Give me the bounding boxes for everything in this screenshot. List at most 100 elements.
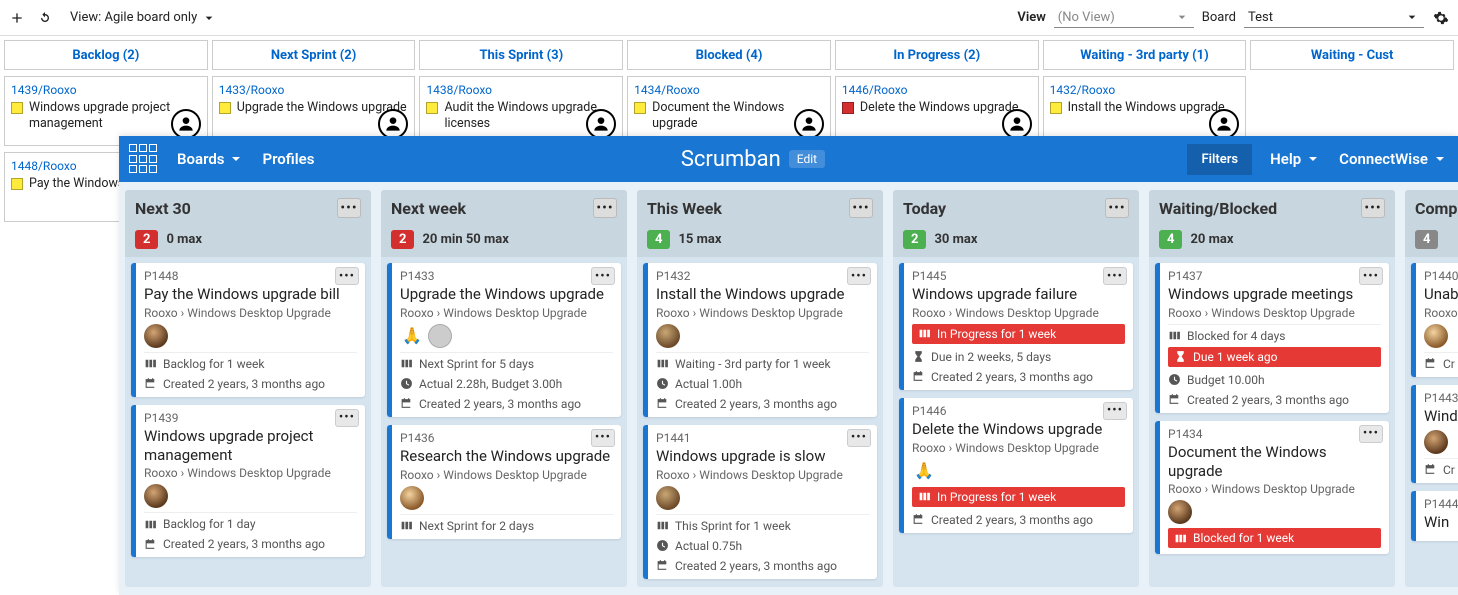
scrumban-card[interactable]: P1445 ••• Windows upgrade failure Rooxo … bbox=[899, 263, 1133, 390]
agile-column-header[interactable]: In Progress (2) bbox=[835, 40, 1039, 70]
scrumban-card[interactable]: P1441 ••• Windows upgrade is slow Rooxo … bbox=[643, 425, 877, 579]
card-link[interactable]: 1448/Rooxo bbox=[11, 159, 77, 173]
card-breadcrumb: Rooxo › Windows Desktop Upgrade bbox=[1168, 482, 1381, 496]
card-link[interactable]: 1434/Rooxo bbox=[634, 83, 700, 97]
column-menu-button[interactable]: ••• bbox=[849, 198, 873, 218]
column-menu-button[interactable]: ••• bbox=[1105, 198, 1129, 218]
avatar-group bbox=[400, 324, 613, 348]
scrumban-card[interactable]: P1443 ••• Wind error Cr bbox=[1411, 385, 1458, 483]
card-meta: Created 2 years, 3 months ago bbox=[144, 375, 357, 391]
chevron-down-icon bbox=[1404, 9, 1420, 25]
avatar-icon bbox=[378, 109, 408, 139]
column-header: Next 30 ••• bbox=[125, 190, 371, 226]
card-breadcrumb: Rooxo › Windows Desktop Upgrade bbox=[656, 306, 869, 320]
scrumban-card[interactable]: P1444 ••• Win bbox=[1411, 491, 1458, 542]
card-list: P1445 ••• Windows upgrade failure Rooxo … bbox=[893, 257, 1139, 539]
boards-menu[interactable]: Boards bbox=[173, 144, 244, 174]
column-menu-button[interactable]: ••• bbox=[593, 198, 617, 218]
card-menu-button[interactable]: ••• bbox=[1359, 425, 1383, 443]
scrumban-card[interactable]: P1448 ••• Pay the Windows upgrade bill R… bbox=[131, 263, 365, 397]
card-breadcrumb: Rooxo bbox=[1424, 306, 1458, 320]
column-title: Comp bbox=[1415, 199, 1457, 218]
scrumban-card[interactable]: P1446 ••• Delete the Windows upgrade Roo… bbox=[899, 398, 1133, 533]
view-selector[interactable]: View: Agile board only bbox=[70, 10, 217, 26]
card-meta: Created 2 years, 3 months ago bbox=[912, 511, 1125, 527]
card-menu-button[interactable]: ••• bbox=[1359, 267, 1383, 285]
priority-chip bbox=[1050, 102, 1062, 114]
card-list: P1440 ••• Unab upgr Rooxo Cr P1443 ••• W… bbox=[1405, 257, 1458, 547]
profiles-menu[interactable]: Profiles bbox=[258, 144, 318, 174]
card-link[interactable]: 1439/Rooxo bbox=[11, 83, 77, 97]
card-meta: Next Sprint for 5 days bbox=[400, 352, 613, 371]
avatar-icon bbox=[171, 109, 201, 139]
card-menu-button[interactable]: ••• bbox=[335, 409, 359, 427]
card-list: P1433 ••• Upgrade the Windows upgrade Ro… bbox=[381, 257, 627, 545]
priority-chip bbox=[426, 102, 438, 114]
card-meta: Cr bbox=[1424, 458, 1458, 477]
column-header: This Week ••• bbox=[637, 190, 883, 226]
edit-button[interactable]: Edit bbox=[789, 150, 825, 168]
connectwise-menu[interactable]: ConnectWise bbox=[1335, 144, 1448, 174]
agile-column-header[interactable]: Waiting - 3rd party (1) bbox=[1043, 40, 1247, 70]
scrumban-card[interactable]: P1433 ••• Upgrade the Windows upgrade Ro… bbox=[387, 263, 621, 417]
avatar-icon bbox=[1209, 109, 1239, 139]
scrumban-card[interactable]: P1434 ••• Document the Windows upgrade R… bbox=[1155, 421, 1389, 555]
agile-column-header[interactable]: Next Sprint (2) bbox=[212, 40, 416, 70]
avatar-group bbox=[1424, 430, 1458, 454]
scrumban-card[interactable]: P1439 ••• Windows upgrade project manage… bbox=[131, 405, 365, 558]
card-title: Research the Windows upgrade bbox=[400, 447, 613, 466]
card-meta: Cr bbox=[1424, 352, 1458, 371]
avatar bbox=[1424, 430, 1448, 454]
agile-column-header[interactable]: This Sprint (3) bbox=[419, 40, 623, 70]
card-link[interactable]: 1438/Rooxo bbox=[426, 83, 492, 97]
add-button[interactable] bbox=[8, 9, 26, 27]
avatar bbox=[656, 324, 680, 348]
card-menu-button[interactable]: ••• bbox=[847, 429, 871, 447]
card-menu-button[interactable]: ••• bbox=[1103, 267, 1127, 285]
view-dropdown[interactable]: (No View) bbox=[1054, 7, 1194, 28]
card-breadcrumb: Rooxo › Windows Desktop Upgrade bbox=[1168, 306, 1381, 320]
card-breadcrumb: Rooxo › Windows Desktop Upgrade bbox=[912, 306, 1125, 320]
card-link[interactable]: 1446/Rooxo bbox=[842, 83, 908, 97]
top-toolbar: View: Agile board only View (No View) Bo… bbox=[0, 0, 1458, 36]
apps-grid-icon[interactable] bbox=[129, 144, 159, 174]
card-title: Win bbox=[1424, 513, 1458, 532]
card-link[interactable]: 1432/Rooxo bbox=[1050, 83, 1116, 97]
column-menu-button[interactable]: ••• bbox=[1361, 198, 1385, 218]
card-title: Windows upgrade meetings bbox=[1168, 285, 1381, 304]
card-menu-button[interactable]: ••• bbox=[591, 429, 615, 447]
column-menu-button[interactable]: ••• bbox=[337, 198, 361, 218]
scrumban-panel: Boards Profiles Scrumban Edit Filters He… bbox=[119, 136, 1458, 595]
card-list: P1432 ••• Install the Windows upgrade Ro… bbox=[637, 257, 883, 585]
card-id: P1448 bbox=[144, 269, 357, 283]
column-title: Next week bbox=[391, 199, 466, 218]
card-meta: Actual 0.75h bbox=[656, 537, 869, 553]
card-menu-button[interactable]: ••• bbox=[847, 267, 871, 285]
scrumban-columns[interactable]: Next 30 ••• 2 0 max P1448 ••• Pay the Wi… bbox=[119, 182, 1458, 595]
avatar-group bbox=[656, 486, 869, 510]
card-id: P1443 bbox=[1424, 391, 1458, 405]
scrumban-card[interactable]: P1437 ••• Windows upgrade meetings Rooxo… bbox=[1155, 263, 1389, 413]
card-menu-button[interactable]: ••• bbox=[335, 267, 359, 285]
column-title: Next 30 bbox=[135, 199, 191, 218]
agile-column-header[interactable]: Waiting - Cust bbox=[1250, 40, 1454, 70]
agile-column-header[interactable]: Blocked (4) bbox=[627, 40, 831, 70]
avatar bbox=[400, 486, 424, 510]
agile-column-header[interactable]: Backlog (2) bbox=[4, 40, 208, 70]
refresh-button[interactable] bbox=[36, 9, 54, 27]
settings-button[interactable] bbox=[1432, 9, 1450, 27]
help-menu[interactable]: Help bbox=[1266, 144, 1321, 174]
card-link[interactable]: 1433/Rooxo bbox=[219, 83, 285, 97]
column-count-badge: 4 bbox=[1159, 230, 1182, 249]
board-dropdown[interactable]: Test bbox=[1244, 7, 1424, 28]
scrumban-card[interactable]: P1432 ••• Install the Windows upgrade Ro… bbox=[643, 263, 877, 417]
priority-chip bbox=[11, 102, 23, 114]
scrumban-card[interactable]: P1436 ••• Research the Windows upgrade R… bbox=[387, 425, 621, 539]
card-id: P1436 bbox=[400, 431, 613, 445]
card-menu-button[interactable]: ••• bbox=[591, 267, 615, 285]
card-menu-button[interactable]: ••• bbox=[1103, 402, 1127, 420]
column-count-badge: 4 bbox=[1415, 230, 1438, 249]
scrumban-card[interactable]: P1440 ••• Unab upgr Rooxo Cr bbox=[1411, 263, 1458, 377]
avatar bbox=[144, 484, 168, 508]
filters-button[interactable]: Filters bbox=[1187, 144, 1252, 175]
